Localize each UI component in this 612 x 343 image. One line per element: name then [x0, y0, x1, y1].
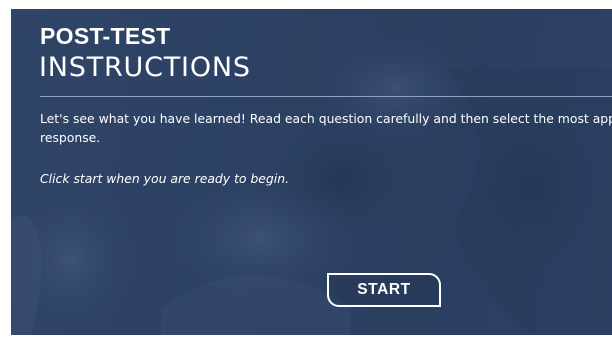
title-divider [40, 96, 612, 97]
instructions-line-1: Let's see what you have learned! Read ea… [40, 111, 612, 126]
start-prompt: Click start when you are ready to begin. [40, 171, 290, 186]
instructions-text: Let's see what you have learned! Read ea… [40, 109, 612, 147]
start-button-label: START [357, 281, 411, 298]
title-post-test: POST-TEST [40, 23, 171, 49]
title-instructions: INSTRUCTIONS [39, 52, 251, 83]
instructions-line-2: response. [40, 130, 101, 145]
post-test-slide: POST-TEST INSTRUCTIONS Let's see what yo… [11, 9, 612, 335]
start-button[interactable]: START [327, 273, 441, 307]
